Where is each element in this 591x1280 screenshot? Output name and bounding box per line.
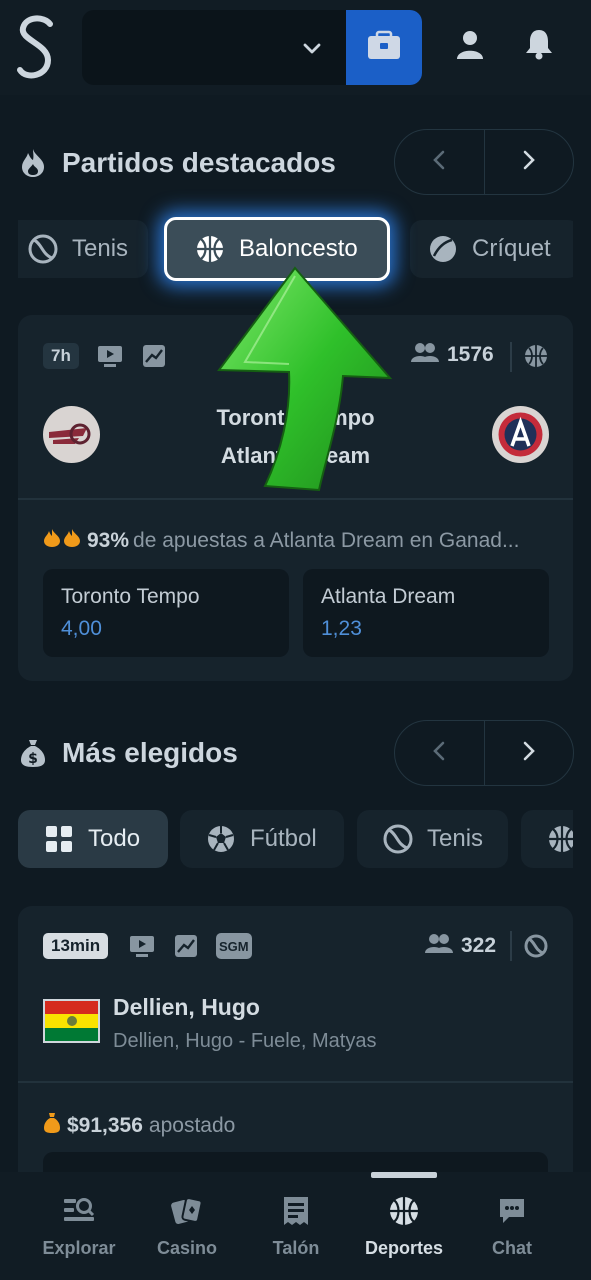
- most-picked-match-card[interactable]: 13min SGM 322 Dellien, Hugo Dellien, Hug…: [18, 906, 573, 1172]
- sgm-badge: SGM: [216, 933, 252, 959]
- hot-text: de apuestas a Atlanta Dream en Ganad...: [133, 529, 520, 552]
- odds-value: 1,23: [321, 617, 362, 640]
- most-picked-section-header: $ Más elegidos: [18, 728, 238, 778]
- money-bag-icon: $: [18, 738, 48, 768]
- chip-todo[interactable]: Todo: [18, 810, 168, 868]
- app-logo[interactable]: [14, 14, 60, 82]
- chip-label: Todo: [88, 825, 141, 852]
- betslip-icon: [279, 1194, 313, 1228]
- next-button[interactable]: [485, 130, 574, 194]
- most-picked-filter-chips: Todo Fútbol Tenis: [18, 810, 573, 868]
- wallet-icon: [367, 30, 401, 65]
- money-bag-icon: [43, 1112, 61, 1140]
- fire-icon: [43, 528, 83, 554]
- svg-text:$: $: [28, 751, 38, 767]
- prev-button[interactable]: [395, 721, 485, 785]
- chip-futbol[interactable]: Fútbol: [180, 810, 344, 868]
- hot-bet-info: 93% de apuestas a Atlanta Dream en Ganad…: [43, 528, 519, 554]
- player-name: Dellien, Hugo: [113, 994, 260, 1020]
- chip-label: Baloncesto: [239, 235, 358, 262]
- featured-pager: [394, 129, 574, 195]
- chevron-down-icon: [300, 36, 324, 60]
- next-button[interactable]: [485, 721, 574, 785]
- user-icon[interactable]: [450, 24, 490, 64]
- chip-baloncesto[interactable]: [521, 810, 573, 868]
- chevron-left-icon: [431, 740, 447, 767]
- bottom-navigation: Explorar Casino Talón Deportes Chat: [0, 1172, 591, 1280]
- chat-icon: [495, 1194, 529, 1228]
- fire-icon: [18, 148, 48, 178]
- live-stream-icon: [97, 343, 123, 369]
- nav-deportes[interactable]: Deportes: [349, 1194, 459, 1259]
- soccer-icon: [206, 824, 236, 854]
- green-arrow-overlay: [215, 262, 395, 494]
- chevron-right-icon: [521, 740, 537, 767]
- users-count: 322: [425, 933, 496, 959]
- separator: [510, 931, 512, 961]
- wagered-label: apostado: [148, 1114, 236, 1137]
- basketball-icon: [387, 1194, 421, 1228]
- odds-button-team1[interactable]: Toronto Tempo 4,00: [43, 569, 289, 657]
- active-indicator: [371, 1172, 437, 1178]
- chip-tenis[interactable]: Tenis: [357, 810, 508, 868]
- chip-label: Tenis: [72, 235, 129, 262]
- nav-explorar[interactable]: Explorar: [24, 1194, 134, 1259]
- users-icon: [425, 933, 453, 959]
- team2-logo: [492, 406, 549, 463]
- explore-icon: [62, 1194, 96, 1228]
- grid-icon: [44, 824, 74, 854]
- tennis-icon: [523, 933, 549, 959]
- top-header: [0, 0, 591, 95]
- divider: [18, 1081, 573, 1083]
- prev-button[interactable]: [395, 130, 485, 194]
- tennis-icon: [28, 234, 58, 264]
- live-stream-icon: [129, 933, 155, 959]
- nav-talon[interactable]: Talón: [241, 1194, 351, 1259]
- hot-percentage: 93%: [87, 529, 130, 552]
- chip-criquet[interactable]: Críquet: [410, 220, 573, 278]
- chip-label: Tenis: [427, 825, 484, 852]
- wagered-amount: $91,356: [67, 1114, 143, 1137]
- chevron-right-icon: [521, 149, 537, 176]
- divider: [18, 498, 573, 500]
- users-count: 1576: [411, 342, 494, 368]
- chip-tenis[interactable]: Tenis: [18, 220, 148, 278]
- basketball-icon: [523, 343, 549, 369]
- odds-value: 4,00: [61, 617, 102, 640]
- odds-team-name: Atlanta Dream: [321, 585, 456, 608]
- featured-section-header: Partidos destacados: [18, 138, 336, 188]
- odds-button-team2[interactable]: Atlanta Dream 1,23: [303, 569, 549, 657]
- chip-label: Críquet: [472, 235, 551, 262]
- cards-icon: [170, 1194, 204, 1228]
- users-icon: [411, 342, 439, 368]
- flag-bolivia-icon: [43, 999, 100, 1043]
- most-picked-pager: [394, 720, 574, 786]
- chip-label: Fútbol: [250, 825, 317, 852]
- bell-icon[interactable]: [519, 24, 559, 64]
- wagered-info: $91,356 apostado: [43, 1112, 235, 1140]
- odds-button-partial[interactable]: [43, 1152, 548, 1172]
- time-badge: 7h: [43, 343, 79, 369]
- wallet-button[interactable]: [346, 10, 422, 85]
- stats-icon: [173, 933, 199, 959]
- featured-title: Partidos destacados: [62, 147, 336, 178]
- basketball-icon: [195, 234, 225, 264]
- nav-casino[interactable]: Casino: [132, 1194, 242, 1259]
- odds-team-name: Toronto Tempo: [61, 585, 200, 608]
- balance-selector[interactable]: [82, 10, 422, 85]
- separator: [510, 342, 512, 372]
- basketball-icon: [547, 824, 573, 854]
- tennis-icon: [383, 824, 413, 854]
- match-subtitle: Dellien, Hugo - Fuele, Matyas: [113, 1030, 377, 1052]
- chevron-left-icon: [431, 149, 447, 176]
- nav-chat[interactable]: Chat: [457, 1194, 567, 1259]
- time-badge: 13min: [43, 933, 109, 959]
- stats-icon: [141, 343, 167, 369]
- most-picked-title: Más elegidos: [62, 737, 238, 768]
- cricket-icon: [428, 234, 458, 264]
